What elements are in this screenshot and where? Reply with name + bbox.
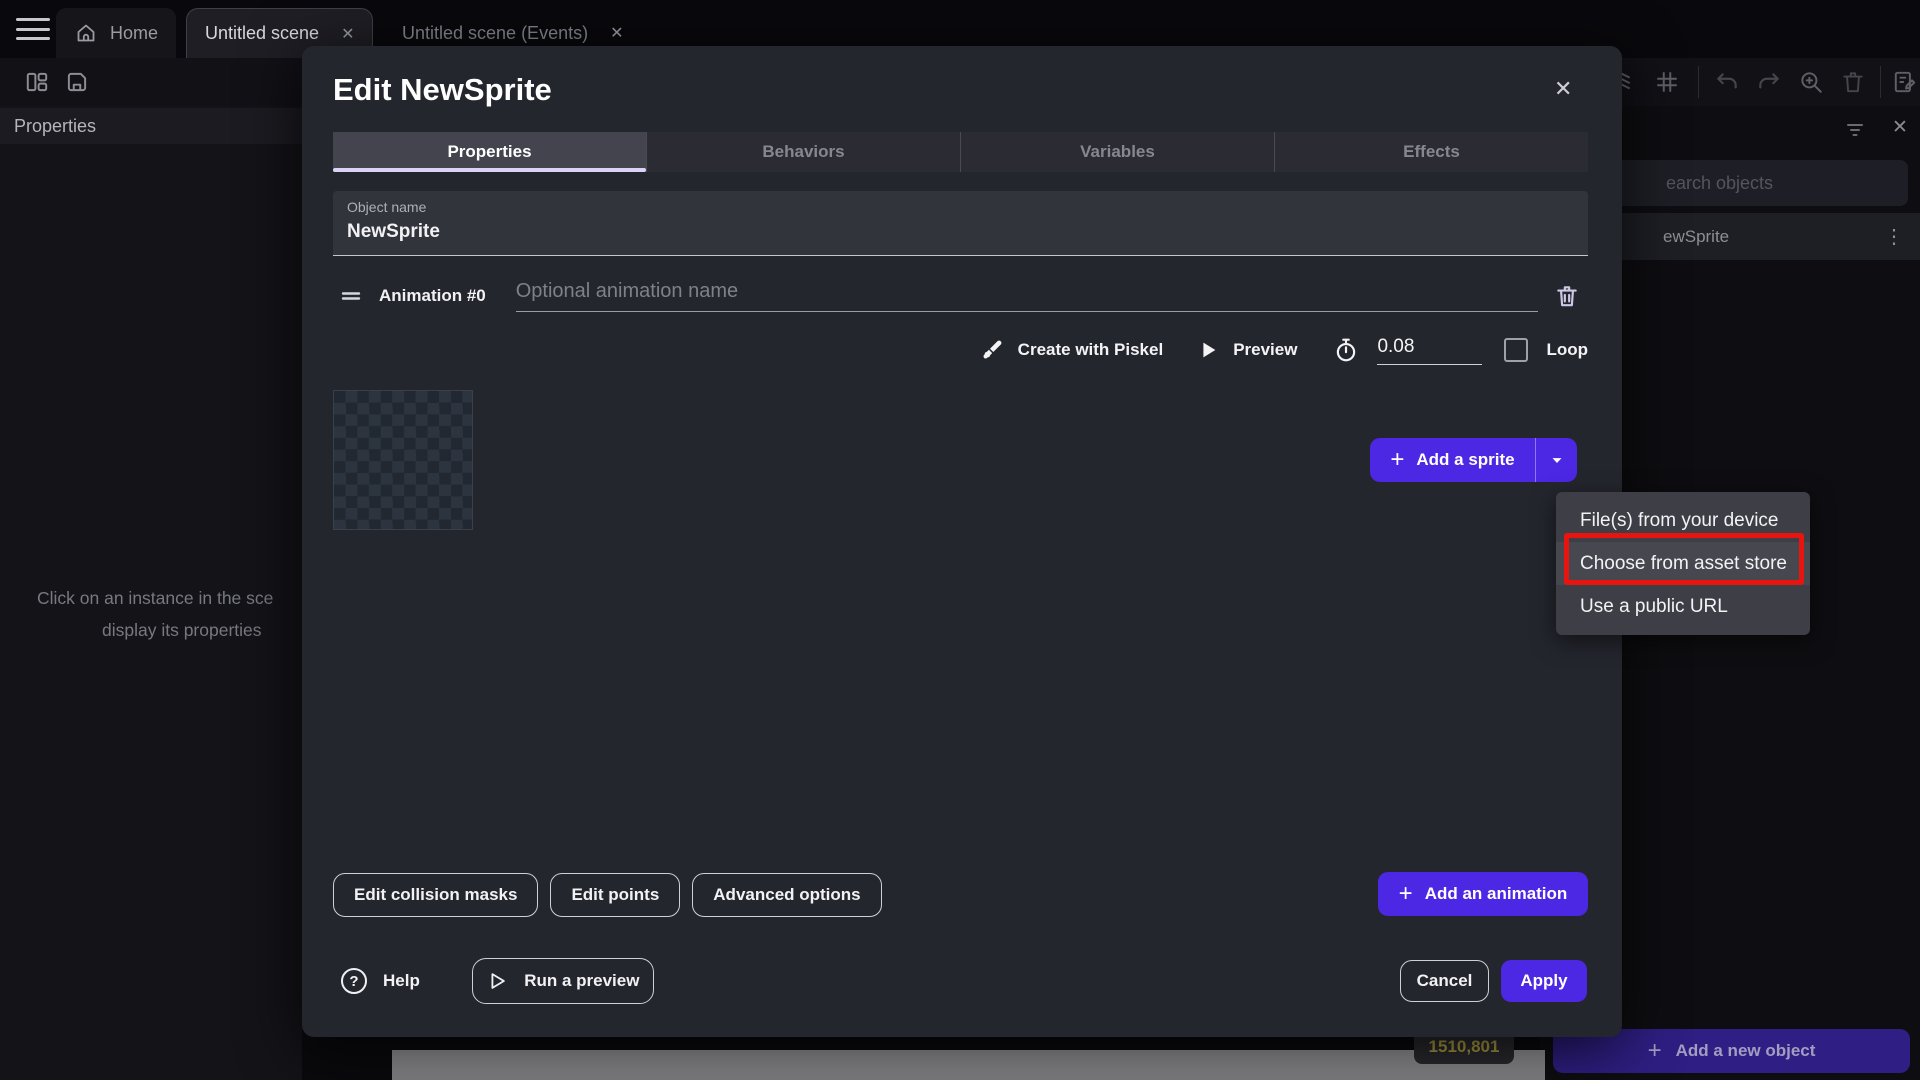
object-name-label: Object name (347, 199, 1574, 215)
close-tab-icon[interactable]: ✕ (341, 24, 354, 44)
animation-index-label: Animation #0 (379, 286, 486, 306)
frame-duration-input[interactable] (1377, 336, 1482, 365)
object-name-input[interactable] (347, 221, 1574, 243)
animation-name-input[interactable] (516, 280, 1538, 312)
tab-properties[interactable]: Properties (333, 132, 646, 172)
search-objects-input[interactable] (1578, 160, 1908, 206)
active-tab-underline (333, 168, 646, 172)
properties-panel-title: Properties (0, 108, 302, 144)
create-with-piskel-button[interactable]: Create with Piskel (980, 338, 1164, 362)
loop-checkbox[interactable] (1504, 338, 1528, 362)
dialog-footer: ? Help Run a preview Cancel Apply (333, 958, 1588, 1004)
menu-item-use-public-url[interactable]: Use a public URL (1556, 585, 1810, 628)
undo-icon[interactable] (1714, 69, 1740, 95)
properties-empty-message-line2: display its properties (102, 620, 262, 641)
sprite-edit-buttons: Edit collision masks Edit points Advance… (333, 873, 882, 917)
play-outline-icon (486, 970, 508, 992)
tab-home[interactable]: Home (56, 8, 176, 58)
menu-item-choose-from-asset-store[interactable]: Choose from asset store (1556, 542, 1810, 585)
tab-properties-label: Properties (447, 142, 531, 162)
plus-icon: + (1648, 1037, 1662, 1065)
question-icon: ? (341, 968, 367, 994)
close-panel-icon[interactable]: ✕ (1892, 116, 1908, 139)
tab-variables-label: Variables (1080, 142, 1155, 162)
properties-panel: Properties Click on an instance in the s… (0, 106, 302, 1080)
events-editor-icon[interactable] (1892, 69, 1918, 95)
panels-layout-icon[interactable] (24, 69, 50, 95)
delete-animation-trash-icon[interactable] (1554, 283, 1580, 309)
edit-collision-masks-button[interactable]: Edit collision masks (333, 873, 538, 917)
dialog-title: Edit NewSprite (333, 72, 552, 108)
chevron-down-icon (1548, 451, 1566, 469)
edit-object-dialog: Edit NewSprite ✕ Properties Behaviors Va… (302, 46, 1622, 1037)
main-menu-icon[interactable] (16, 18, 50, 40)
filter-icon[interactable] (1843, 118, 1867, 142)
tab-behaviors-label: Behaviors (762, 142, 844, 162)
tab-events-label: Untitled scene (Events) (402, 23, 588, 44)
help-button[interactable]: ? Help (341, 968, 420, 994)
add-an-animation-label: Add an animation (1425, 884, 1568, 904)
preview-button[interactable]: Preview (1197, 339, 1297, 361)
advanced-options-button[interactable]: Advanced options (692, 873, 881, 917)
object-menu-dots-icon[interactable]: ⋮ (1884, 224, 1904, 249)
edit-points-button[interactable]: Edit points (550, 873, 680, 917)
animation-tools-row: Create with Piskel Preview Loop (333, 330, 1588, 370)
redo-icon[interactable] (1756, 69, 1782, 95)
close-tab-icon[interactable]: ✕ (610, 23, 623, 43)
run-a-preview-label: Run a preview (524, 971, 639, 991)
object-list-item-label: ewSprite (1663, 227, 1729, 247)
tab-home-label: Home (110, 23, 158, 44)
drag-handle-icon[interactable] (339, 284, 363, 308)
tab-scene-label: Untitled scene (205, 23, 319, 44)
add-a-sprite-label: Add a sprite (1416, 450, 1514, 470)
apply-button[interactable]: Apply (1501, 960, 1587, 1002)
toolbar-divider (1698, 66, 1699, 98)
toolbar-divider (1880, 66, 1881, 98)
close-dialog-icon[interactable]: ✕ (1554, 76, 1572, 102)
home-icon (74, 21, 98, 45)
sprite-frame-placeholder (333, 390, 473, 530)
paintbrush-icon (980, 338, 1004, 362)
object-list-item[interactable]: ewSprite ⋮ (1575, 213, 1920, 260)
play-icon (1197, 339, 1219, 361)
tab-effects[interactable]: Effects (1274, 132, 1588, 172)
preview-label: Preview (1233, 340, 1297, 360)
gdevelop-app: Home Untitled scene ✕ Untitled scene (Ev… (0, 0, 1920, 1080)
scene-canvas (392, 1050, 1545, 1080)
plus-icon: + (1390, 446, 1404, 474)
run-a-preview-button[interactable]: Run a preview (472, 958, 654, 1004)
add-new-object-label: Add a new object (1676, 1041, 1816, 1061)
zoom-in-icon[interactable] (1798, 69, 1824, 95)
properties-empty-message-line1: Click on an instance in the sce (37, 588, 273, 609)
menu-item-files-from-device[interactable]: File(s) from your device (1556, 499, 1810, 542)
object-name-field: Object name (333, 191, 1588, 256)
add-an-animation-button[interactable]: + Add an animation (1378, 872, 1588, 916)
help-label: Help (383, 971, 420, 991)
tab-effects-label: Effects (1403, 142, 1460, 162)
cancel-button[interactable]: Cancel (1400, 960, 1489, 1002)
add-sprite-dropdown-menu: File(s) from your device Choose from ass… (1556, 492, 1810, 635)
dialog-tabs: Properties Behaviors Variables Effects (333, 132, 1588, 172)
add-a-sprite-button[interactable]: + Add a sprite (1370, 438, 1535, 482)
tab-behaviors[interactable]: Behaviors (646, 132, 960, 172)
loop-label: Loop (1546, 340, 1588, 360)
plus-icon: + (1399, 880, 1413, 908)
add-sprite-dropdown-toggle[interactable] (1535, 438, 1577, 482)
save-icon[interactable] (64, 69, 90, 95)
stopwatch-icon (1333, 337, 1359, 363)
animation-row: Animation #0 (333, 276, 1588, 316)
add-a-sprite-split-button: + Add a sprite (1370, 438, 1577, 482)
tab-variables[interactable]: Variables (960, 132, 1274, 172)
delete-icon[interactable] (1840, 69, 1866, 95)
create-with-piskel-label: Create with Piskel (1018, 340, 1164, 360)
grid-icon[interactable] (1654, 69, 1680, 95)
